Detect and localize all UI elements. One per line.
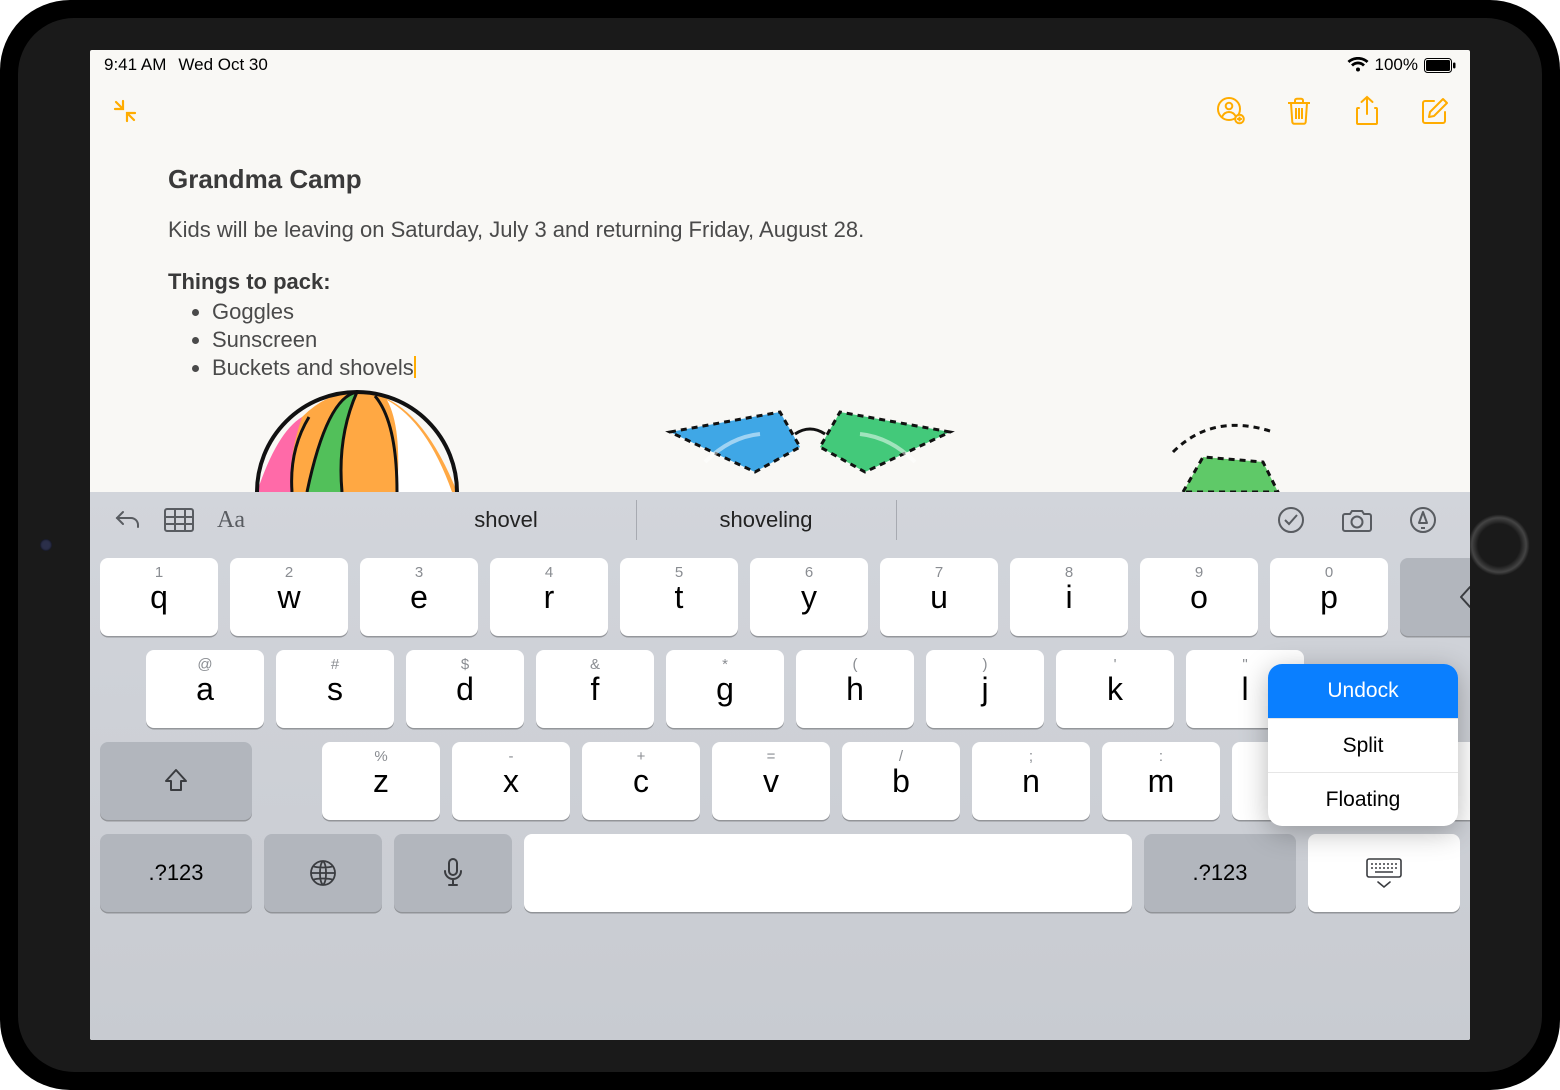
dictation-key[interactable] (394, 834, 512, 912)
format-icon[interactable]: Aa (210, 500, 252, 540)
key-t[interactable]: 5t (620, 558, 738, 636)
list-item: Sunscreen (212, 327, 1392, 353)
key-j[interactable]: )j (926, 650, 1044, 728)
suggestion-3[interactable] (896, 492, 1156, 548)
key-p[interactable]: 0p (1270, 558, 1388, 636)
key-y[interactable]: 6y (750, 558, 868, 636)
keyboard: Aa shovel shoveling (90, 492, 1470, 1040)
battery-percent: 100% (1375, 55, 1418, 75)
table-icon[interactable] (158, 500, 200, 540)
notes-navbar (90, 80, 1470, 142)
key-a[interactable]: @a (146, 650, 264, 728)
trash-icon[interactable] (1282, 94, 1316, 128)
key-b[interactable]: /b (842, 742, 960, 820)
key-q[interactable]: 1q (100, 558, 218, 636)
compose-icon[interactable] (1418, 94, 1452, 128)
key-z[interactable]: %z (322, 742, 440, 820)
status-bar: 9:41 AM Wed Oct 30 100% (90, 50, 1470, 80)
key-d[interactable]: $d (406, 650, 524, 728)
front-camera (40, 539, 52, 551)
key-s[interactable]: #s (276, 650, 394, 728)
backspace-key[interactable] (1400, 558, 1470, 636)
note-title: Grandma Camp (168, 164, 1392, 195)
suggestion-2[interactable]: shoveling (636, 492, 896, 548)
wifi-icon (1347, 57, 1369, 73)
key-e[interactable]: 3e (360, 558, 478, 636)
screen: 9:41 AM Wed Oct 30 100% (90, 50, 1470, 1040)
key-u[interactable]: 7u (880, 558, 998, 636)
note-drawings (150, 372, 1410, 492)
key-v[interactable]: =v (712, 742, 830, 820)
globe-key[interactable] (264, 834, 382, 912)
share-icon[interactable] (1350, 94, 1384, 128)
markup-icon[interactable] (1402, 500, 1444, 540)
suggestion-1[interactable]: shovel (376, 492, 636, 548)
collaborate-icon[interactable] (1214, 94, 1248, 128)
note-list: Goggles Sunscreen Buckets and shovels (168, 299, 1392, 381)
keyboard-popover: Undock Split Floating (1268, 664, 1458, 826)
key-i[interactable]: 8i (1010, 558, 1128, 636)
popover-split[interactable]: Split (1268, 718, 1458, 772)
status-time: 9:41 AM (104, 55, 166, 75)
note-subheading: Things to pack: (168, 269, 1392, 295)
key-o[interactable]: 9o (1140, 558, 1258, 636)
popover-floating[interactable]: Floating (1268, 772, 1458, 826)
key-k[interactable]: 'k (1056, 650, 1174, 728)
text-cursor (414, 356, 416, 378)
key-c[interactable]: +c (582, 742, 700, 820)
undo-icon[interactable] (106, 500, 148, 540)
status-date: Wed Oct 30 (178, 55, 267, 75)
keyboard-suggestions: shovel shoveling (262, 492, 1270, 548)
space-key[interactable] (524, 834, 1132, 912)
key-w[interactable]: 2w (230, 558, 348, 636)
camera-icon[interactable] (1336, 500, 1378, 540)
collapse-icon[interactable] (108, 94, 142, 128)
mode-key-left[interactable]: .?123 (100, 834, 252, 912)
dismiss-keyboard-key[interactable] (1308, 834, 1460, 912)
home-button[interactable] (1468, 514, 1530, 576)
note-paragraph: Kids will be leaving on Saturday, July 3… (168, 217, 1392, 243)
key-n[interactable]: ;n (972, 742, 1090, 820)
mode-key-right[interactable]: .?123 (1144, 834, 1296, 912)
key-x[interactable]: -x (452, 742, 570, 820)
shift-key[interactable] (100, 742, 252, 820)
keyboard-keys: 1q2w3e4r5t6y7u8i9o0p @a#s$d&f*g(h)j'k"l … (90, 548, 1470, 940)
list-item: Buckets and shovels (212, 355, 1392, 381)
list-item: Goggles (212, 299, 1392, 325)
ipad-frame: 9:41 AM Wed Oct 30 100% (0, 0, 1560, 1090)
note-content-area[interactable]: Grandma Camp Kids will be leaving on Sat… (90, 152, 1470, 492)
keyboard-toolbar: Aa shovel shoveling (90, 492, 1470, 548)
check-circle-icon[interactable] (1270, 500, 1312, 540)
battery-icon (1424, 58, 1456, 73)
key-h[interactable]: (h (796, 650, 914, 728)
key-r[interactable]: 4r (490, 558, 608, 636)
key-g[interactable]: *g (666, 650, 784, 728)
popover-undock[interactable]: Undock (1268, 664, 1458, 718)
key-f[interactable]: &f (536, 650, 654, 728)
key-m[interactable]: :m (1102, 742, 1220, 820)
